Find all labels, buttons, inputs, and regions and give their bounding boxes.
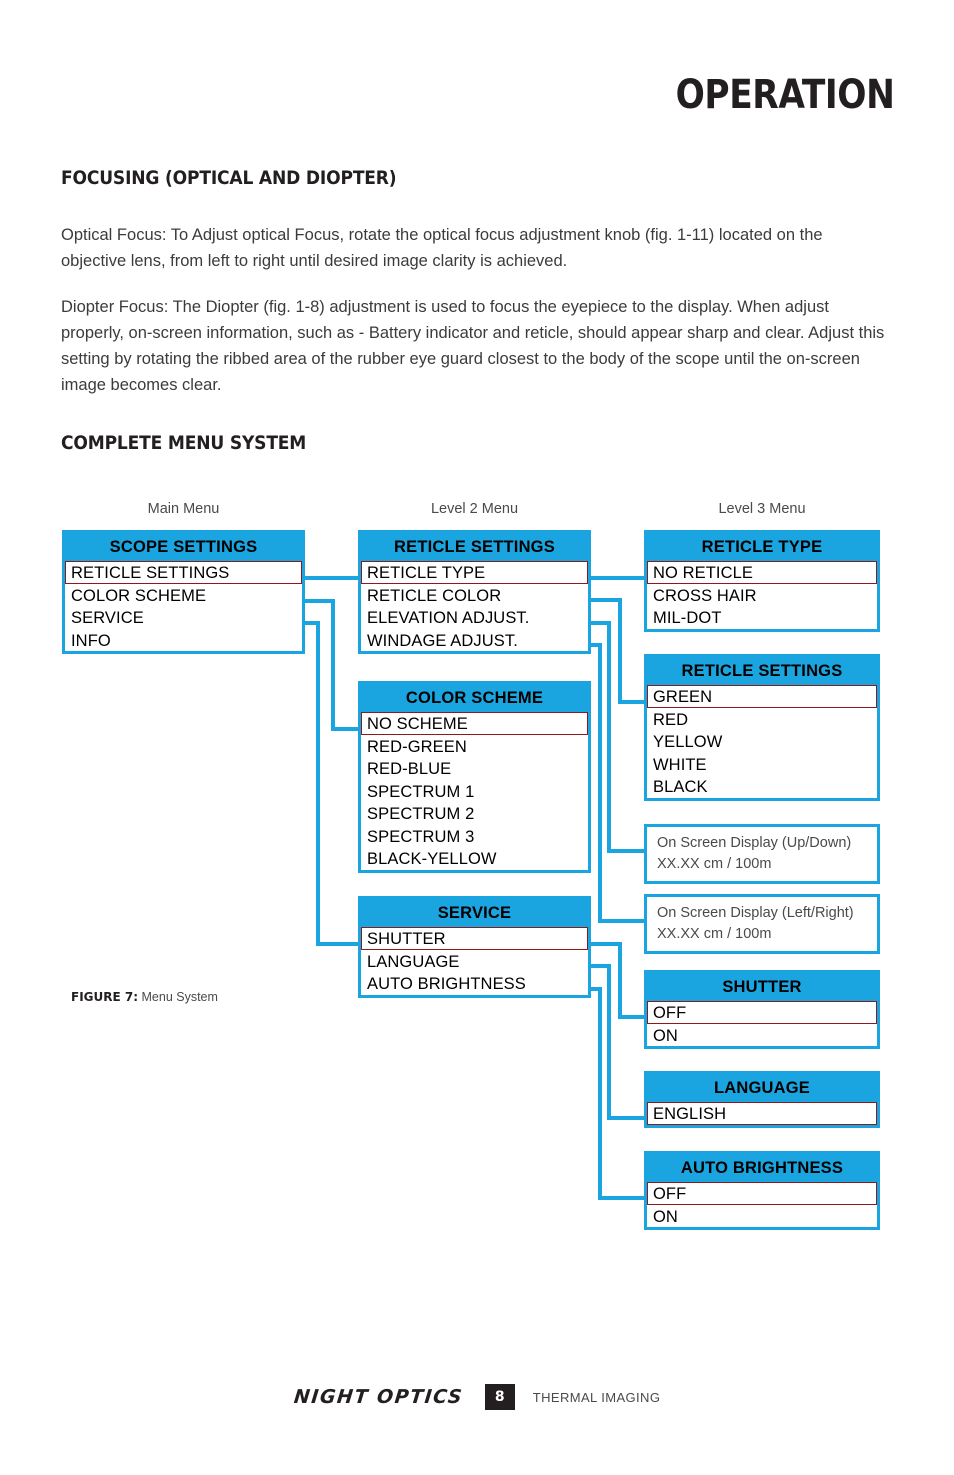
menu-box-color-scheme[interactable]: COLOR SCHEME NO SCHEME RED-GREEN RED-BLU… xyxy=(358,681,591,873)
menu-header: SHUTTER xyxy=(647,973,877,1001)
menu-item[interactable]: AUTO BRIGHTNESS xyxy=(361,972,588,995)
menu-header: RETICLE SETTINGS xyxy=(361,533,588,561)
menu-item-list: NO RETICLE CROSS HAIR MIL-DOT xyxy=(647,561,877,629)
menu-item[interactable]: ELEVATION ADJUST. xyxy=(361,606,588,629)
menu-item[interactable]: INFO xyxy=(65,629,302,652)
menu-item[interactable]: RED-GREEN xyxy=(361,735,588,758)
menu-item[interactable]: YELLOW xyxy=(647,730,877,753)
menu-box-auto-brightness[interactable]: AUTO BRIGHTNESS OFF ON xyxy=(644,1151,880,1230)
figure-caption-text: Menu System xyxy=(138,990,218,1004)
page-footer: NIGHT OPTICS 8 THERMAL IMAGING xyxy=(0,1384,954,1410)
menu-box-shutter[interactable]: SHUTTER OFF ON xyxy=(644,970,880,1049)
menu-box-language[interactable]: LANGUAGE ENGLISH xyxy=(644,1071,880,1128)
note-line: XX.XX cm / 100m xyxy=(657,926,772,942)
menu-item[interactable]: WINDAGE ADJUST. xyxy=(361,629,588,652)
menu-item[interactable]: SPECTRUM 3 xyxy=(361,825,588,848)
column-label-level2-menu: Level 2 Menu xyxy=(430,501,519,517)
menu-item-list: OFF ON xyxy=(647,1182,877,1227)
menu-header: LANGUAGE xyxy=(647,1074,877,1102)
menu-item-list: ENGLISH xyxy=(647,1102,877,1125)
menu-box-reticle-settings[interactable]: RETICLE SETTINGS RETICLE TYPE RETICLE CO… xyxy=(358,530,591,654)
menu-item[interactable]: CROSS HAIR xyxy=(647,584,877,607)
menu-item-list: SHUTTER LANGUAGE AUTO BRIGHTNESS xyxy=(361,927,588,995)
menu-item[interactable]: BLACK-YELLOW xyxy=(361,847,588,870)
note-box-osd-updown: On Screen Display (Up/Down) XX.XX cm / 1… xyxy=(644,824,880,884)
figure-caption-label: FIGURE 7: xyxy=(71,990,139,1004)
menu-box-service[interactable]: SERVICE SHUTTER LANGUAGE AUTO BRIGHTNESS xyxy=(358,896,591,998)
menu-item[interactable]: LANGUAGE xyxy=(361,950,588,973)
menu-item[interactable]: ON xyxy=(647,1024,877,1047)
menu-item[interactable]: MIL-DOT xyxy=(647,606,877,629)
paragraph-diopter-focus: Diopter Focus: The Diopter (fig. 1-8) ad… xyxy=(61,298,885,394)
note-box-osd-leftright: On Screen Display (Left/Right) XX.XX cm … xyxy=(644,894,880,954)
menu-box-reticle-color[interactable]: RETICLE SETTINGS GREEN RED YELLOW WHITE … xyxy=(644,654,880,801)
menu-box-reticle-type[interactable]: RETICLE TYPE NO RETICLE CROSS HAIR MIL-D… xyxy=(644,530,880,632)
menu-item-list: NO SCHEME RED-GREEN RED-BLUE SPECTRUM 1 … xyxy=(361,712,588,870)
figure-caption: FIGURE 7: Menu System xyxy=(71,990,218,1004)
menu-item[interactable]: OFF xyxy=(647,1182,877,1205)
brand-logo: NIGHT OPTICS xyxy=(292,1386,464,1408)
note-line: On Screen Display (Left/Right) xyxy=(657,905,854,921)
menu-item[interactable]: OFF xyxy=(647,1001,877,1024)
menu-header: SERVICE xyxy=(361,899,588,927)
section-heading-focusing: FOCUSING (OPTICAL AND DIOPTER) xyxy=(61,167,397,189)
note-line: On Screen Display (Up/Down) xyxy=(657,835,852,851)
menu-item[interactable]: ON xyxy=(647,1205,877,1228)
paragraph-optical-focus: Optical Focus: To Adjust optical Focus, … xyxy=(61,226,823,270)
menu-item[interactable]: NO SCHEME xyxy=(361,712,588,735)
footer-note: THERMAL IMAGING xyxy=(532,1389,661,1405)
menu-item[interactable]: COLOR SCHEME xyxy=(65,584,302,607)
page-title: OPERATION xyxy=(675,72,894,118)
page-number: 8 xyxy=(484,1384,515,1410)
note-line: XX.XX cm / 100m xyxy=(657,856,772,872)
menu-header: SCOPE SETTINGS xyxy=(65,533,302,561)
menu-item[interactable]: RED-BLUE xyxy=(361,757,588,780)
section-heading-menu-system: COMPLETE MENU SYSTEM xyxy=(61,432,307,454)
menu-item[interactable]: BLACK xyxy=(647,775,877,798)
menu-item[interactable]: GREEN xyxy=(647,685,877,708)
menu-item[interactable]: SPECTRUM 1 xyxy=(361,780,588,803)
menu-item[interactable]: NO RETICLE xyxy=(647,561,877,584)
menu-item[interactable]: RETICLE TYPE xyxy=(361,561,588,584)
menu-item[interactable]: RETICLE SETTINGS xyxy=(65,561,302,584)
menu-box-scope-settings[interactable]: SCOPE SETTINGS RETICLE SETTINGS COLOR SC… xyxy=(62,530,305,654)
column-label-level3-menu: Level 3 Menu xyxy=(718,501,806,517)
menu-item[interactable]: WHITE xyxy=(647,753,877,776)
menu-header: COLOR SCHEME xyxy=(361,684,588,712)
menu-item[interactable]: ENGLISH xyxy=(647,1102,877,1125)
menu-header: RETICLE TYPE xyxy=(647,533,877,561)
menu-item[interactable]: SPECTRUM 2 xyxy=(361,802,588,825)
column-label-main-menu: Main Menu xyxy=(147,501,220,517)
menu-item-list: OFF ON xyxy=(647,1001,877,1046)
menu-item[interactable]: RED xyxy=(647,708,877,731)
menu-item-list: RETICLE TYPE RETICLE COLOR ELEVATION ADJ… xyxy=(361,561,588,651)
menu-header: AUTO BRIGHTNESS xyxy=(647,1154,877,1182)
menu-item-list: RETICLE SETTINGS COLOR SCHEME SERVICE IN… xyxy=(65,561,302,651)
menu-item[interactable]: RETICLE COLOR xyxy=(361,584,588,607)
menu-item-list: GREEN RED YELLOW WHITE BLACK xyxy=(647,685,877,798)
menu-header: RETICLE SETTINGS xyxy=(647,657,877,685)
menu-item[interactable]: SERVICE xyxy=(65,606,302,629)
menu-item[interactable]: SHUTTER xyxy=(361,927,588,950)
